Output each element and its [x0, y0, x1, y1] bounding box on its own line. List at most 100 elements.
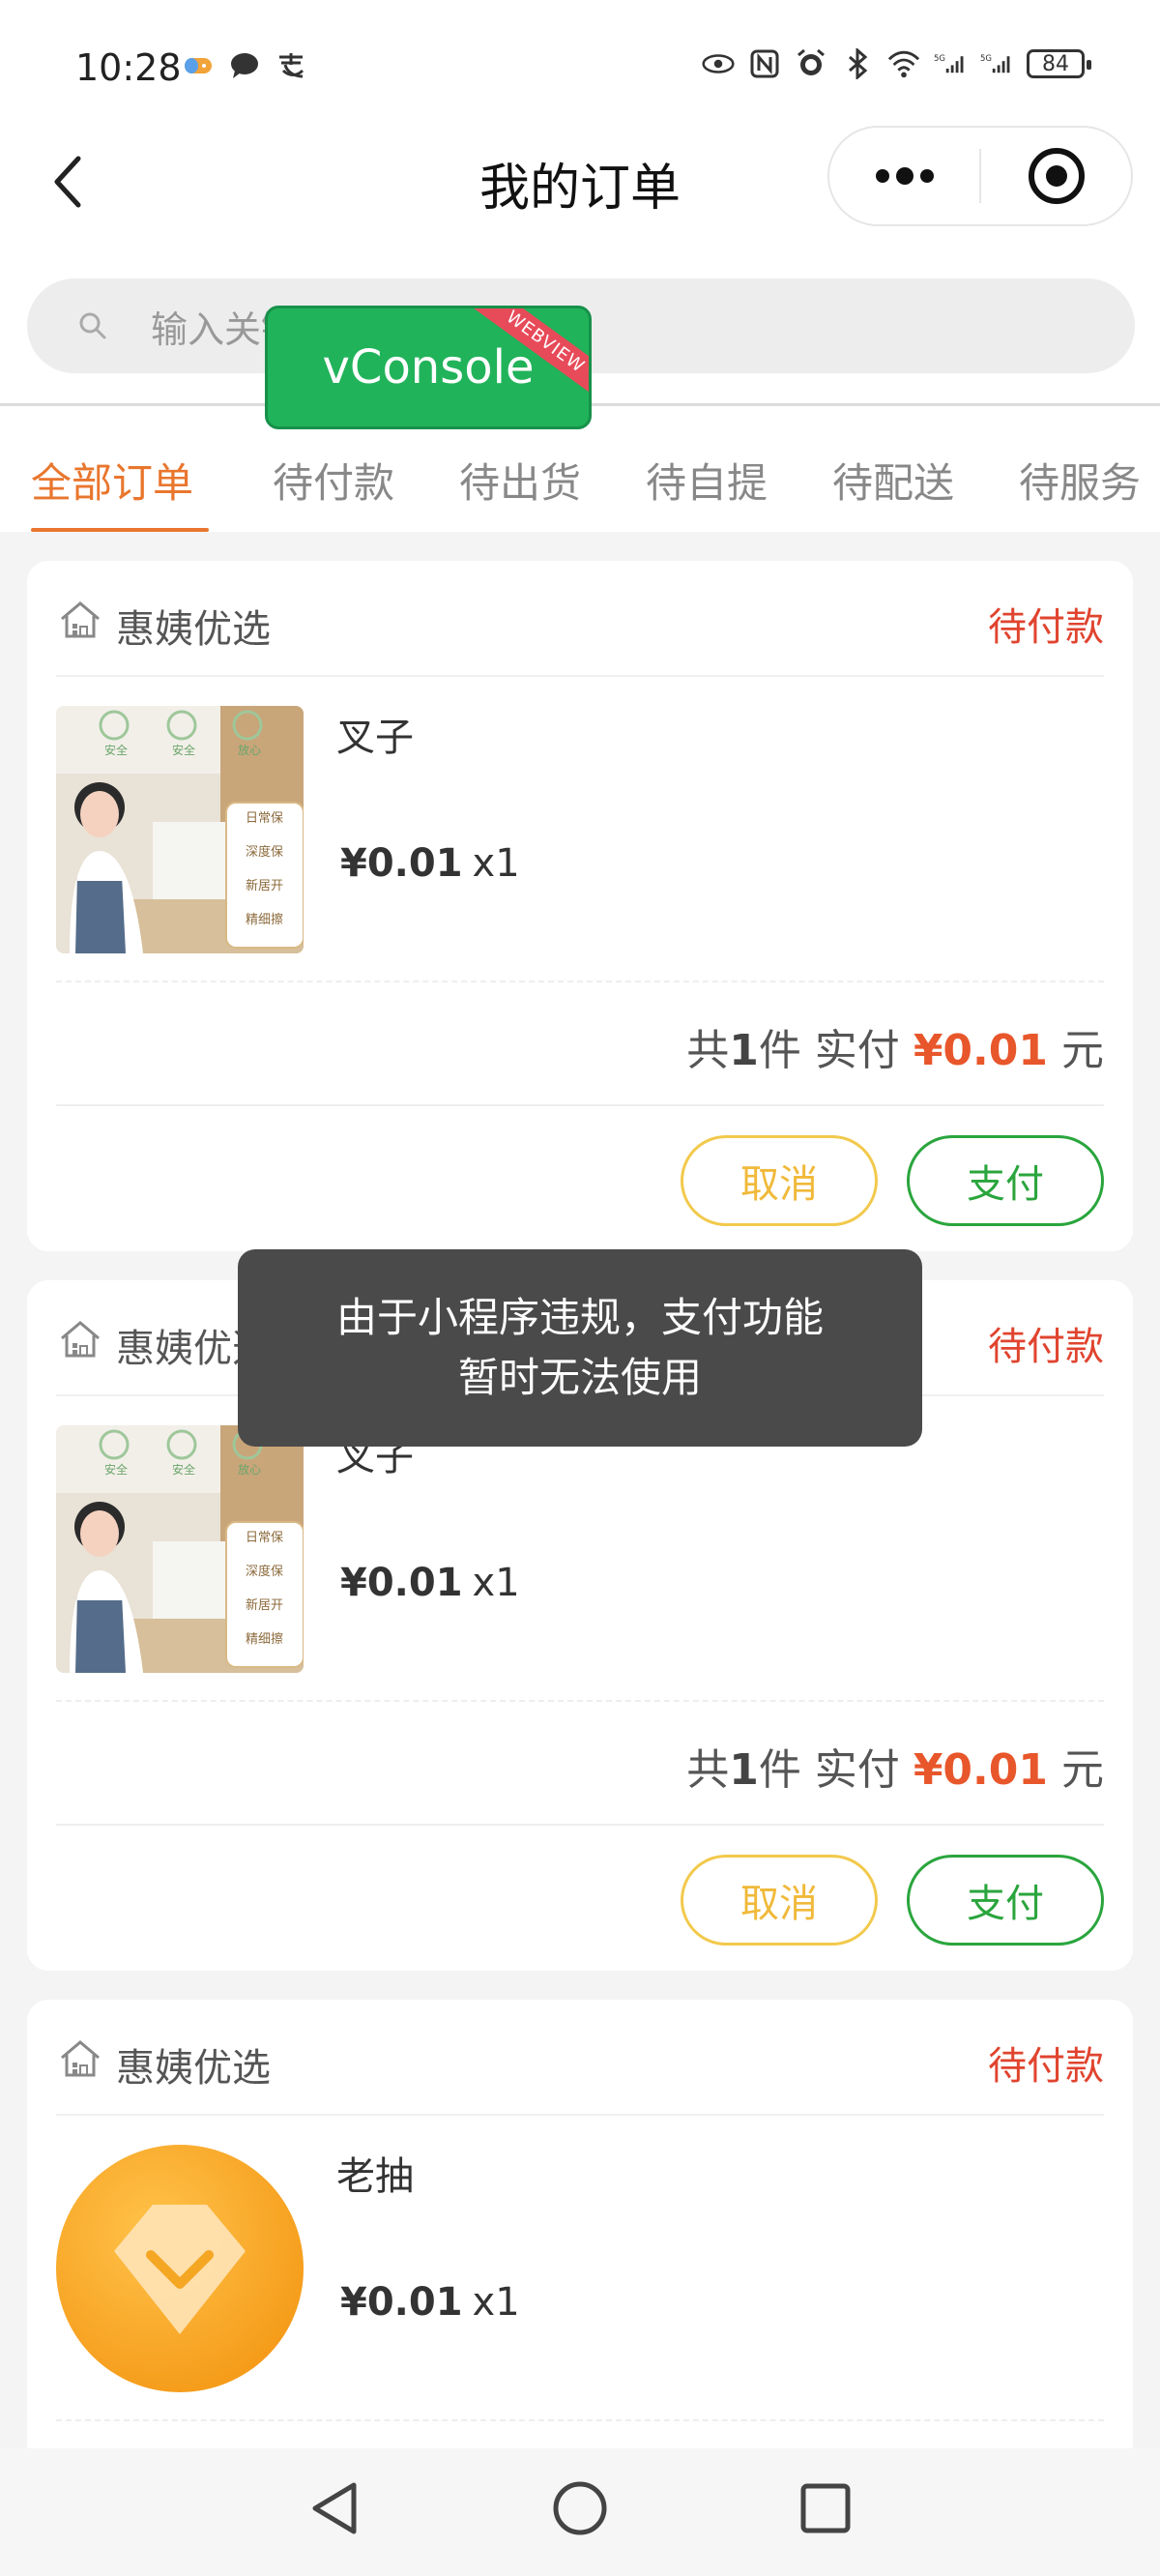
product-thumbnail[interactable]: 安全 安全 放心 日常保 深度保 新居开 精细擦 [56, 706, 304, 953]
status-left-icons [182, 50, 307, 81]
pay-button[interactable]: 支付 [907, 1135, 1104, 1226]
order-summary: 共1件 实付 ¥0.01 元 [686, 1015, 1104, 1077]
status-time: 10:28 [75, 46, 182, 89]
nav-recents-button[interactable] [787, 2470, 864, 2547]
thumb-badge: 放心 [238, 1462, 261, 1477]
chat-bubble-icon [228, 50, 261, 81]
tab-all-orders[interactable]: 全部订单 [31, 451, 193, 510]
circle-home-icon [553, 2481, 607, 2535]
order-status: 待付款 [988, 605, 1104, 650]
thumb-badge: 安全 [104, 1462, 128, 1477]
bluetooth-icon [841, 48, 874, 79]
product-quantity: x1 [472, 841, 520, 886]
alarm-icon [795, 48, 827, 79]
more-button[interactable] [829, 128, 979, 224]
summary-mid: 件 实付 [758, 1026, 900, 1075]
summary-prefix: 共 [686, 1026, 730, 1075]
triangle-back-icon [312, 2482, 357, 2534]
item-count: 1 [729, 1745, 759, 1795]
tab-pending-payment[interactable]: 待付款 [273, 451, 394, 510]
more-dots-icon [875, 167, 934, 185]
divider [56, 981, 1104, 982]
svg-text:5G: 5G [980, 54, 992, 64]
square-recents-icon [800, 2483, 851, 2533]
system-navigation-bar [0, 2448, 1160, 2576]
product-diamond-icon [56, 2145, 304, 2392]
tab-pending-pickup[interactable]: 待自提 [646, 451, 768, 510]
toast-line-1: 由于小程序违规，支付功能 [335, 1294, 824, 1341]
product-price-line: ¥0.01 x1 [340, 2280, 520, 2325]
vconsole-label: vConsole [322, 340, 535, 395]
product-price-line: ¥0.01 x1 [340, 841, 520, 886]
paid-amount: ¥0.01 [913, 1745, 1048, 1795]
app-root: 10:28 5G 5G 84 我的订单 输入关键 全部订单 待付款 待出货 待自… [0, 0, 1160, 2576]
nav-home-button[interactable] [541, 2470, 619, 2547]
nfc-icon [748, 48, 781, 79]
product-quantity: x1 [472, 1561, 520, 1605]
search-icon [77, 307, 116, 345]
status-bar: 10:28 5G 5G 84 [0, 0, 1160, 126]
active-tab-indicator [31, 528, 209, 532]
cancel-button[interactable]: 取消 [681, 1855, 878, 1946]
order-card[interactable]: 惠姨优选 待付款 老抽 ¥0.01 x1 [27, 2000, 1133, 2503]
nav-back-button[interactable] [296, 2470, 373, 2547]
toast-line-2: 暂时无法使用 [457, 1354, 702, 1401]
product-name: 老抽 [336, 2154, 414, 2199]
close-miniprogram-button[interactable] [981, 128, 1131, 224]
shop-name: 惠姨优选 [116, 2046, 271, 2091]
currency-unit: 元 [1061, 1026, 1104, 1075]
currency-unit: 元 [1061, 1745, 1104, 1795]
thumb-tag: 日常保 [246, 1531, 283, 1545]
cancel-button[interactable]: 取消 [681, 1135, 878, 1226]
pay-button[interactable]: 支付 [907, 1855, 1104, 1946]
order-summary: 共1件 实付 ¥0.01 元 [686, 1735, 1104, 1797]
divider [56, 2419, 1104, 2421]
battery-indicator: 84 [1027, 49, 1091, 78]
alipay-icon [275, 50, 307, 81]
tab-pending-delivery[interactable]: 待配送 [832, 451, 954, 510]
shop-house-icon [61, 1321, 100, 1358]
shop-house-icon [61, 601, 100, 638]
shop-name: 惠姨优选 [116, 607, 271, 652]
order-status: 待付款 [988, 1325, 1104, 1369]
signal-5g-icon: 5G [980, 48, 1013, 79]
thumb-badge: 安全 [172, 1462, 195, 1477]
thumb-tag: 精细擦 [246, 913, 283, 927]
vconsole-button[interactable]: vConsole WEBVIEW [265, 306, 592, 429]
product-price: ¥0.01 [340, 841, 463, 886]
order-card-header: 惠姨优选 待付款 [56, 561, 1104, 677]
summary-mid: 件 实付 [758, 1745, 900, 1795]
tab-pending-service[interactable]: 待服务 [1019, 451, 1141, 510]
product-thumbnail[interactable]: 安全 安全 放心 日常保 深度保 新居开 精细擦 [56, 1425, 304, 1673]
shop-house-icon [61, 2040, 100, 2077]
product-price-line: ¥0.01 x1 [340, 1561, 520, 1605]
product-price: ¥0.01 [340, 1561, 463, 1605]
product-quantity: x1 [472, 2280, 520, 2325]
thumb-tag: 深度保 [246, 1564, 283, 1579]
product-name: 叉子 [336, 716, 414, 760]
miniprogram-capsule [827, 126, 1133, 226]
wifi-icon [887, 48, 920, 79]
paid-amount: ¥0.01 [913, 1026, 1048, 1075]
status-right-icons: 5G 5G 84 [702, 48, 1091, 79]
item-count: 1 [729, 1026, 759, 1075]
thumb-badge: 放心 [238, 743, 261, 757]
order-status: 待付款 [988, 2044, 1104, 2089]
order-card-header: 惠姨优选 待付款 [56, 2000, 1104, 2116]
thumb-badge: 安全 [104, 743, 128, 757]
thumb-tag: 新居开 [246, 1597, 283, 1613]
divider [56, 1824, 1104, 1826]
order-card[interactable]: 惠姨优选 待付款 安全 安全 放心 日常保 深度保 新居开 精细擦 叉子 ¥0.… [27, 561, 1133, 1251]
summary-prefix: 共 [686, 1745, 730, 1795]
tab-pending-shipment[interactable]: 待出货 [459, 451, 581, 510]
eye-icon [702, 48, 735, 79]
thumb-tag: 日常保 [246, 811, 283, 826]
divider [56, 1104, 1104, 1106]
thumb-tag: 新居开 [246, 878, 283, 893]
thumb-tag: 精细擦 [246, 1632, 283, 1647]
product-price: ¥0.01 [340, 2280, 463, 2325]
target-circle-icon [1028, 148, 1085, 204]
product-thumbnail[interactable] [56, 2145, 304, 2392]
signal-5g-icon: 5G [934, 48, 967, 79]
toast-message: 由于小程序违规，支付功能 暂时无法使用 [238, 1249, 922, 1447]
